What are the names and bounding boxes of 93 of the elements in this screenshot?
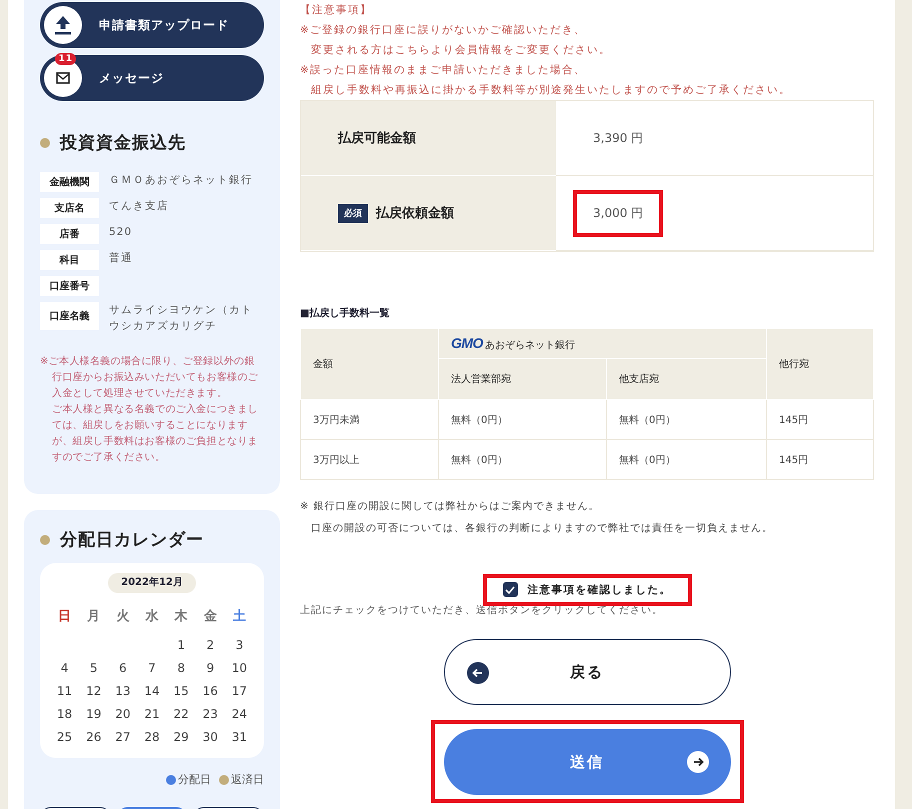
weekday-label: 木: [173, 608, 189, 625]
weekday-label: 火: [115, 608, 130, 625]
envelope-icon: [56, 72, 70, 84]
table-cell: 145円: [766, 440, 874, 480]
table-cell: 無料（0円）: [606, 400, 766, 440]
column-header: 金額: [300, 328, 438, 400]
notice-text: 変更される方はこちらより会員情報をご変更ください。: [310, 43, 612, 58]
table-cell: 無料（0円）: [606, 440, 766, 480]
notice-text: 組戻し手数料や再振込に掛かる手数料等が別途発生いたしますので予めご了承ください。: [310, 83, 792, 98]
bullet-dot: [40, 534, 50, 544]
notice-title: 【注意事項】: [300, 3, 373, 18]
table-title: ■払戻し手数料一覧: [300, 306, 390, 320]
amount-label: 払戻依頼金額: [376, 204, 454, 222]
calendar-day[interactable]: 9: [196, 661, 225, 675]
table-cell: 3万円以上: [300, 440, 438, 480]
calendar-day[interactable]: 12: [79, 684, 108, 698]
calendar-day[interactable]: 23: [196, 707, 225, 721]
field-label: 支店名: [40, 198, 99, 218]
field-label: 金融機関: [40, 172, 99, 192]
column-header: 法人営業部宛: [438, 358, 606, 400]
notice-text: ご本人様と異なる名義でのご入金につきましては、組戻しをお願いすることになりますが、組戻し手数料はお客様のご負担となりますのでご了承ください。: [51, 402, 259, 465]
calendar-day[interactable]: 24: [224, 707, 254, 721]
field-value: ＧＭＯあおぞらネット銀行: [109, 173, 253, 188]
column-header: 他行宛: [766, 328, 874, 400]
table-cell: 3万円未満: [300, 400, 438, 440]
calendar-day[interactable]: 18: [50, 707, 80, 721]
field-value: 普通: [109, 251, 133, 266]
message-button[interactable]: 11 メッセージ: [40, 55, 264, 101]
calendar-day[interactable]: 28: [137, 730, 167, 744]
bank-name: あおぞらネット銀行: [484, 340, 575, 351]
table-cell: 無料（0円）: [438, 400, 606, 440]
calendar-day[interactable]: 15: [166, 684, 196, 698]
legend-label: 分配日: [178, 772, 211, 787]
field-value: 520: [109, 225, 132, 240]
section-title: 分配日カレンダー: [60, 529, 204, 551]
notice-text: ※ご登録の銀行口座に誤りがないかご確認いただき、: [300, 23, 587, 38]
bank-logo: GMO: [451, 335, 483, 351]
upload-button[interactable]: 申請書類アップロード: [40, 2, 264, 48]
weekday-label: 水: [144, 608, 160, 625]
submit-button[interactable]: 送信: [444, 729, 730, 795]
calendar-day[interactable]: 6: [108, 661, 138, 675]
calendar-day[interactable]: 26: [79, 730, 108, 744]
field-label: 科目: [40, 250, 99, 270]
calendar-day[interactable]: 7: [137, 661, 167, 675]
calendar-day[interactable]: 16: [196, 684, 225, 698]
bullet-dot: [40, 138, 50, 148]
calendar-day[interactable]: 27: [108, 730, 138, 744]
calendar-day[interactable]: 3: [224, 638, 254, 652]
section-title: 投資資金振込先: [60, 132, 186, 154]
amount-value: 3,390 円: [593, 130, 644, 144]
confirm-checkbox[interactable]: 注意事項を確認しました。: [492, 578, 682, 601]
weekday-label: 月: [86, 608, 102, 625]
legend-label: 返済日: [231, 772, 264, 787]
calendar-day[interactable]: 22: [166, 707, 196, 721]
calendar-day[interactable]: 10: [224, 661, 254, 675]
field-label: 店番: [40, 224, 99, 244]
calendar-day[interactable]: 8: [166, 661, 196, 675]
calendar-day[interactable]: 13: [108, 684, 138, 698]
calendar-day[interactable]: 4: [50, 661, 80, 675]
footnote-text: ※ 銀行口座の開設に関しては弊社からはご案内できません。: [300, 500, 601, 514]
column-header: 他支店宛: [606, 358, 766, 400]
field-label: 口座番号: [40, 276, 99, 296]
calendar-day[interactable]: 31: [224, 730, 254, 744]
table-cell: 無料（0円）: [438, 440, 606, 480]
calendar-day[interactable]: 21: [137, 707, 167, 721]
calendar-day[interactable]: 5: [79, 661, 108, 675]
calendar-day[interactable]: 29: [166, 730, 196, 744]
required-badge: 必須: [338, 204, 368, 222]
unread-badge: 11: [55, 53, 76, 65]
upload-icon: [54, 15, 72, 35]
field-value: てんき支店: [109, 199, 169, 214]
footnote-text: 口座の開設の可否については、各銀行の判断によりますので弊社では責任を一切負えません。: [310, 522, 774, 536]
weekday-label: 土: [232, 608, 247, 625]
calendar-day[interactable]: 14: [137, 684, 167, 698]
back-button[interactable]: 戻る: [444, 639, 730, 705]
calendar-day[interactable]: 25: [50, 730, 80, 744]
weekday-label: 金: [202, 608, 218, 625]
calendar-day[interactable]: 30: [196, 730, 225, 744]
field-value: サムライシヨウケン（カトウシカアズカリグチ: [109, 303, 254, 334]
calendar-day[interactable]: 19: [79, 707, 108, 721]
month-label: 2022年12月: [108, 573, 196, 593]
amount-value: 3,000 円: [593, 206, 644, 220]
calendar-day[interactable]: 20: [108, 707, 138, 721]
table-cell: 145円: [766, 400, 874, 440]
weekday-label: 日: [57, 608, 72, 625]
calendar-day[interactable]: 2: [196, 638, 225, 652]
field-label: 口座名義: [40, 302, 99, 330]
notice-text: ※ご本人様名義の場合に限り、ご登録以外の銀行口座からお振込みいただいてもお客様のご入金として処理させていただきます。: [40, 354, 259, 401]
notice-text: ※誤った口座情報のままご申請いただきました場合、: [300, 63, 587, 78]
calendar-day[interactable]: 11: [50, 684, 80, 698]
amount-label: 払戻可能金額: [338, 130, 416, 147]
calendar-day[interactable]: 17: [224, 684, 254, 698]
calendar-day[interactable]: 1: [166, 638, 196, 652]
